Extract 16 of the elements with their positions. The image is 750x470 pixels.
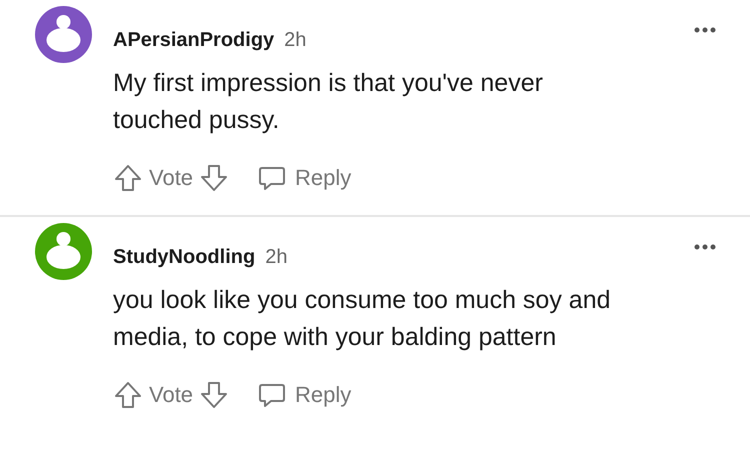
comment-text: you look like you consume too much soy and media, to cope with your balding pattern bbox=[113, 285, 612, 353]
downvote-icon[interactable] bbox=[199, 163, 230, 193]
timestamp: 2h bbox=[265, 246, 288, 269]
username[interactable]: StudyNoodling bbox=[113, 246, 256, 269]
vote-label: Vote bbox=[149, 165, 194, 191]
vote-label: Vote bbox=[149, 382, 194, 408]
comment-text: My first impression is that you've never touched pussy. bbox=[113, 68, 544, 136]
timestamp: 2h bbox=[284, 29, 306, 52]
more-icon[interactable] bbox=[694, 26, 716, 32]
more-icon[interactable] bbox=[694, 244, 716, 250]
downvote-icon[interactable] bbox=[199, 380, 230, 410]
upvote-icon[interactable] bbox=[113, 380, 143, 410]
username[interactable]: APersianProdigy bbox=[113, 29, 274, 52]
reply-button[interactable]: Reply bbox=[257, 163, 352, 193]
upvote-icon[interactable] bbox=[113, 163, 143, 193]
reply-button[interactable]: Reply bbox=[257, 380, 352, 410]
